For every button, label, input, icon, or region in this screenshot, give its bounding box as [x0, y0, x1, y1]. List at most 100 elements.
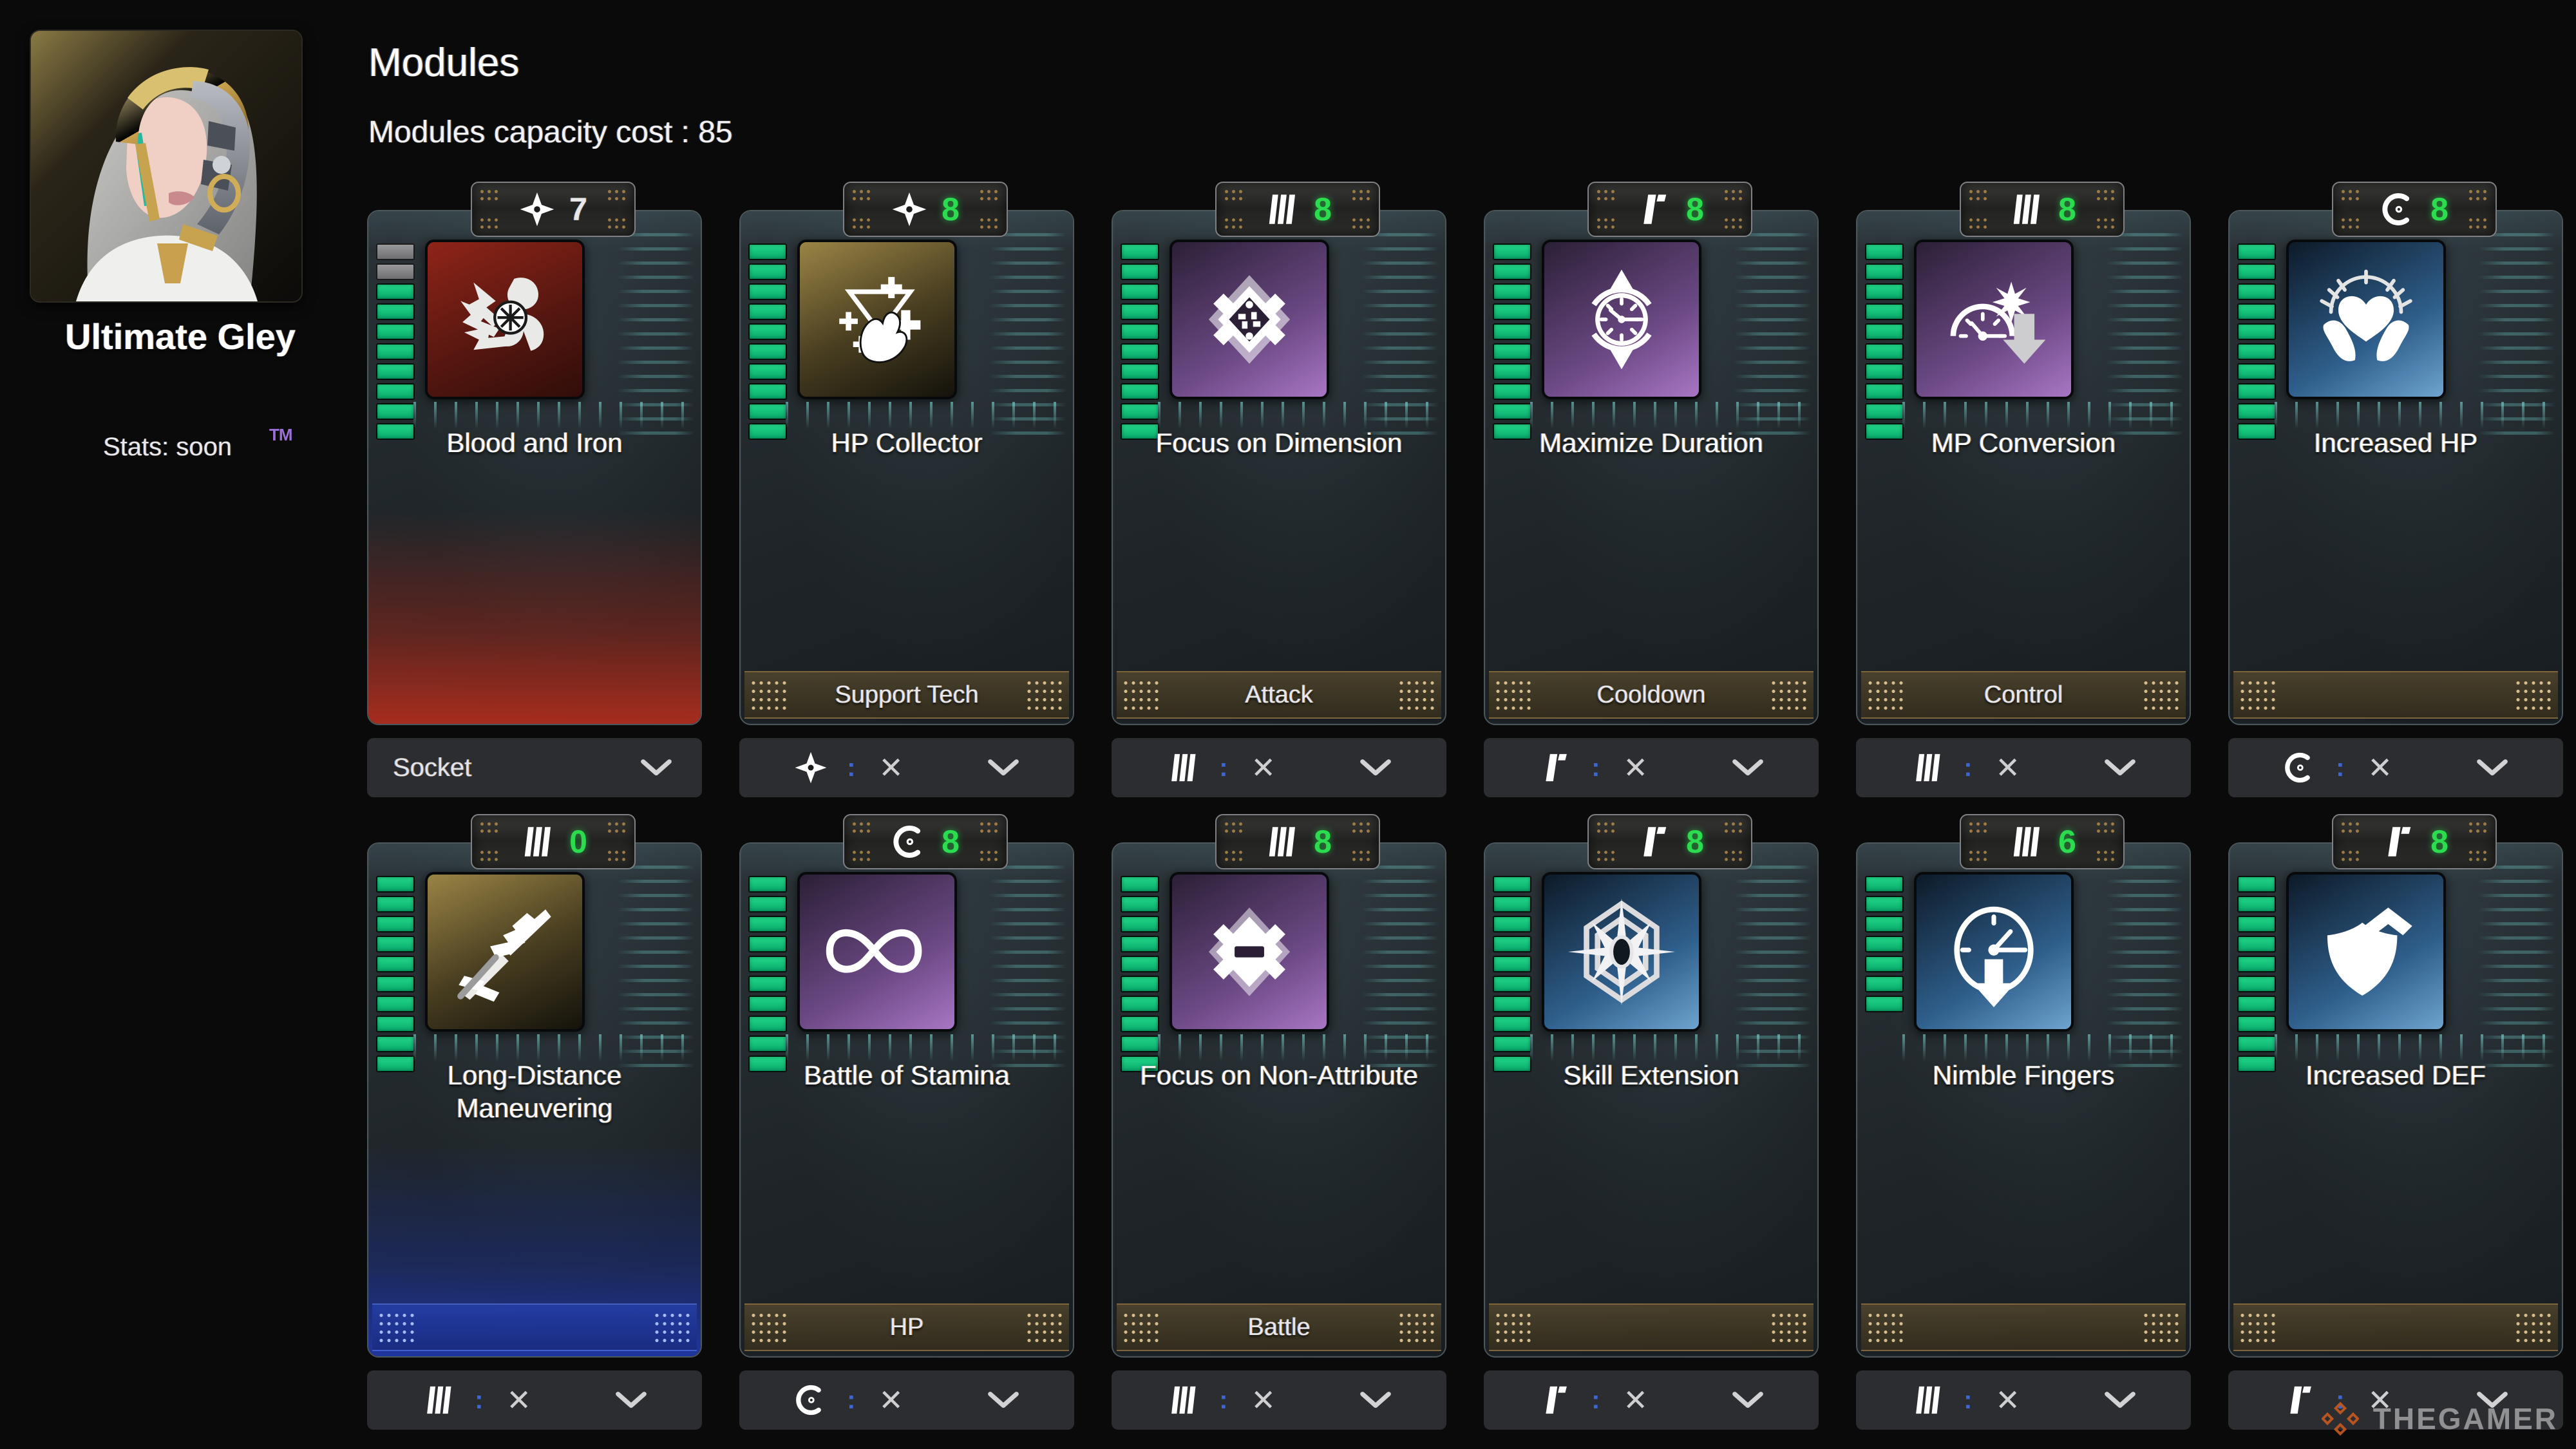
module-icon-tile[interactable] [797, 240, 957, 399]
chevron-down-wrap[interactable] [987, 1390, 1019, 1410]
remove-module-button[interactable]: ✕ [1995, 1385, 2020, 1415]
chevron-down-wrap[interactable] [2104, 1390, 2136, 1410]
module-control-bar[interactable]: : ✕ [1856, 738, 2191, 797]
module-control-bar[interactable]: : ✕ [1856, 1370, 2191, 1430]
module-slot[interactable]: 7 Blood and Iron Socket [367, 182, 739, 800]
remove-module-button[interactable]: ✕ [506, 1385, 531, 1415]
module-icon-tile[interactable] [1170, 872, 1329, 1032]
module-icon-tile[interactable] [2286, 240, 2446, 399]
module-card[interactable]: Increased DEF [2228, 842, 2563, 1358]
level-bar-filled [376, 896, 415, 913]
module-slot[interactable]: 0 Long-Distance Maneuvering: ✕ [367, 814, 739, 1432]
level-bar-filled [2237, 263, 2276, 280]
module-card[interactable]: Focus on Dimension Attack [1112, 210, 1446, 725]
module-card[interactable]: Increased HP [2228, 210, 2563, 725]
module-control-bar[interactable]: : ✕ [739, 1370, 1074, 1430]
module-card[interactable]: Battle of Stamina HP [739, 842, 1074, 1358]
chevron-down-wrap[interactable] [2476, 758, 2508, 777]
remove-module-button[interactable]: ✕ [1251, 1385, 1276, 1415]
module-slot[interactable]: 8 Increased DEF: ✕ [2228, 814, 2576, 1432]
level-bar-filled [2237, 363, 2276, 380]
chevron-down-wrap[interactable] [615, 1390, 647, 1410]
module-icon-tile[interactable] [1914, 240, 2074, 399]
module-card[interactable]: Maximize Duration Cooldown [1484, 210, 1819, 725]
level-bar-filled [2237, 403, 2276, 420]
module-control-bar[interactable]: : ✕ [739, 738, 1074, 797]
chevron-down-wrap[interactable] [1359, 1390, 1392, 1410]
module-card[interactable]: Skill Extension [1484, 842, 1819, 1358]
module-control-bar[interactable]: : ✕ [1484, 1370, 1819, 1430]
remove-module-button[interactable]: ✕ [1623, 753, 1648, 782]
chevron-down-wrap[interactable] [640, 758, 672, 777]
level-bar-filled [376, 343, 415, 360]
remove-module-button[interactable]: ✕ [1995, 753, 2020, 782]
level-bar-filled [748, 243, 787, 260]
chevron-down-icon [1360, 759, 1391, 776]
module-level-value: 8 [942, 824, 960, 860]
chevron-down-wrap[interactable] [1359, 758, 1392, 777]
level-bar-filled [1493, 936, 1531, 952]
module-icon-tile[interactable] [1914, 872, 2074, 1032]
module-level-badge: 8 [1215, 182, 1380, 237]
level-bar-filled [1493, 916, 1531, 933]
icon-downlight-lines [1902, 402, 2179, 429]
module-control-bar[interactable]: : ✕ [367, 1370, 702, 1430]
module-icon-tile[interactable] [425, 872, 585, 1032]
socket-dropdown[interactable]: Socket [367, 738, 702, 797]
focus-on-non-attribute-icon [1208, 907, 1291, 996]
module-type-icon-wrap [794, 751, 828, 784]
remove-module-button[interactable]: ✕ [878, 1385, 904, 1415]
level-bar-filled [1493, 383, 1531, 400]
module-slot[interactable]: 8 Focus on Dimension Attack : ✕ [1112, 182, 1484, 800]
thegamer-watermark: THEGAMER [2321, 1400, 2558, 1437]
module-slot[interactable]: 8 HP Collector Support Tech: ✕ [739, 182, 1112, 800]
module-slot[interactable]: 8 Battle of Stamina HP : ✕ [739, 814, 1112, 1432]
module-category-plate: Battle [1117, 1303, 1441, 1351]
module-slot[interactable]: 8 Maximize Duration Cooldown: ✕ [1484, 182, 1856, 800]
module-control-bar[interactable]: : ✕ [2228, 738, 2563, 797]
level-bar-filled [2237, 303, 2276, 320]
module-slot[interactable]: 8 Increased HP: ✕ [2228, 182, 2576, 800]
module-control-bar[interactable]: : ✕ [1112, 1370, 1446, 1430]
nimble-fingers-icon [1954, 906, 2034, 1007]
module-slot[interactable]: 8 Focus on Non-Attribute Battle: ✕ [1112, 814, 1484, 1432]
module-icon-tile[interactable] [425, 240, 585, 399]
chevron-down-wrap[interactable] [2104, 758, 2136, 777]
skill-extension-icon [1567, 898, 1676, 1006]
increased-hp-icon [2320, 269, 2412, 361]
level-bar-filled [1121, 976, 1159, 992]
module-card[interactable]: HP Collector Support Tech [739, 210, 1074, 725]
chevron-down-wrap[interactable] [1732, 1390, 1764, 1410]
module-slot[interactable]: 6 Nimble Fingers: ✕ [1856, 814, 2228, 1432]
module-icon-tile[interactable] [1542, 240, 1701, 399]
module-card[interactable]: Nimble Fingers [1856, 842, 2191, 1358]
character-portrait[interactable] [31, 31, 301, 301]
module-control-bar[interactable]: : ✕ [1484, 738, 1819, 797]
level-bar-filled [1121, 403, 1159, 420]
module-icon-tile[interactable] [797, 872, 957, 1032]
chevron-down-icon [988, 1392, 1019, 1408]
module-card[interactable]: Blood and Iron [367, 210, 702, 725]
module-icon-tile[interactable] [1542, 872, 1701, 1032]
level-bar-filled [1121, 1016, 1159, 1032]
module-card[interactable]: MP Conversion Control [1856, 210, 2191, 725]
remove-module-button[interactable]: ✕ [1251, 753, 1276, 782]
module-icon-tile[interactable] [1170, 240, 1329, 399]
socket-label: Socket [393, 753, 472, 782]
module-slot[interactable]: 8 Skill Extension: ✕ [1484, 814, 1856, 1432]
module-card[interactable]: Focus on Non-Attribute Battle [1112, 842, 1446, 1358]
module-card[interactable]: Long-Distance Maneuvering [367, 842, 702, 1358]
chevron-down-wrap[interactable] [1732, 758, 1764, 777]
level-bar-filled [1865, 936, 1904, 952]
module-slot[interactable]: 8 MP Conversion Control: ✕ [1856, 182, 2228, 800]
chevron-down-wrap[interactable] [987, 758, 1019, 777]
module-control-bar[interactable]: : ✕ [1112, 738, 1446, 797]
remove-module-button[interactable]: ✕ [1623, 1385, 1648, 1415]
control-separator: : [1219, 1385, 1228, 1414]
module-icon-tile[interactable] [2286, 872, 2446, 1032]
level-bar-filled [376, 936, 415, 952]
level-bar-filled [1865, 956, 1904, 972]
remove-module-button[interactable]: ✕ [2367, 753, 2392, 782]
remove-module-button[interactable]: ✕ [878, 753, 904, 782]
module-name: Blood and Iron [446, 428, 623, 458]
